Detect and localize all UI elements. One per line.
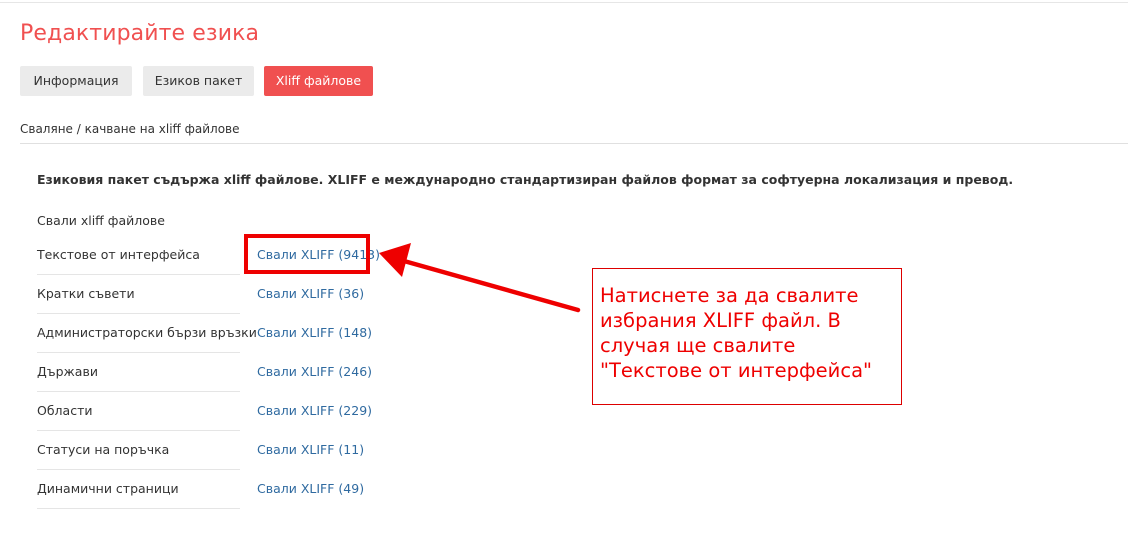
section-divider (20, 143, 1128, 144)
table-row: Области Свали XLIFF (229) (37, 392, 377, 431)
table-row: Кратки съвети Свали XLIFF (36) (37, 275, 377, 314)
page-title: Редактирайте езика (20, 21, 260, 46)
table-row: Администраторски бързи връзки Свали XLIF… (37, 314, 377, 353)
highlight-box (244, 234, 370, 274)
callout-line: "Текстове от интерфейса" (600, 359, 872, 382)
download-xliff-link[interactable]: Свали XLIFF (229) (257, 392, 372, 430)
download-xliff-link[interactable]: Свали XLIFF (36) (257, 275, 364, 313)
table-row: Държави Свали XLIFF (246) (37, 353, 377, 392)
row-label: Кратки съвети (37, 275, 240, 314)
annotation-callout: Натиснете за да свалите избрания XLIFF ф… (592, 268, 902, 405)
row-label: Статуси на поръчка (37, 431, 240, 470)
row-label: Области (37, 392, 240, 431)
section-caption: Сваляне / качване на xliff файлове (20, 122, 240, 136)
callout-line: случая ще свалите (600, 334, 796, 357)
row-label: Динамични страници (37, 470, 240, 509)
tab-information[interactable]: Информация (20, 66, 132, 96)
table-row: Статуси на поръчка Свали XLIFF (11) (37, 431, 377, 470)
download-xliff-link[interactable]: Свали XLIFF (49) (257, 470, 364, 508)
tab-xliff-files[interactable]: Xliff файлове (264, 66, 373, 96)
download-xliff-link[interactable]: Свали XLIFF (246) (257, 353, 372, 391)
tab-language-pack[interactable]: Езиков пакет (143, 66, 254, 96)
table-header: Свали xliff файлове (37, 213, 165, 228)
download-xliff-link[interactable]: Свали XLIFF (148) (257, 314, 372, 352)
top-divider (0, 2, 1128, 3)
row-label: Държави (37, 353, 240, 392)
callout-line: Натиснете за да свалите (600, 284, 859, 307)
row-label: Администраторски бързи връзки (37, 314, 257, 353)
row-label: Текстове от интерфейса (37, 236, 240, 275)
callout-line: избрания XLIFF файл. В (600, 309, 841, 332)
table-row: Динамични страници Свали XLIFF (49) (37, 470, 377, 509)
intro-text: Езиковия пакет съдържа xliff файлове. XL… (37, 172, 1014, 187)
download-xliff-link[interactable]: Свали XLIFF (11) (257, 431, 364, 469)
